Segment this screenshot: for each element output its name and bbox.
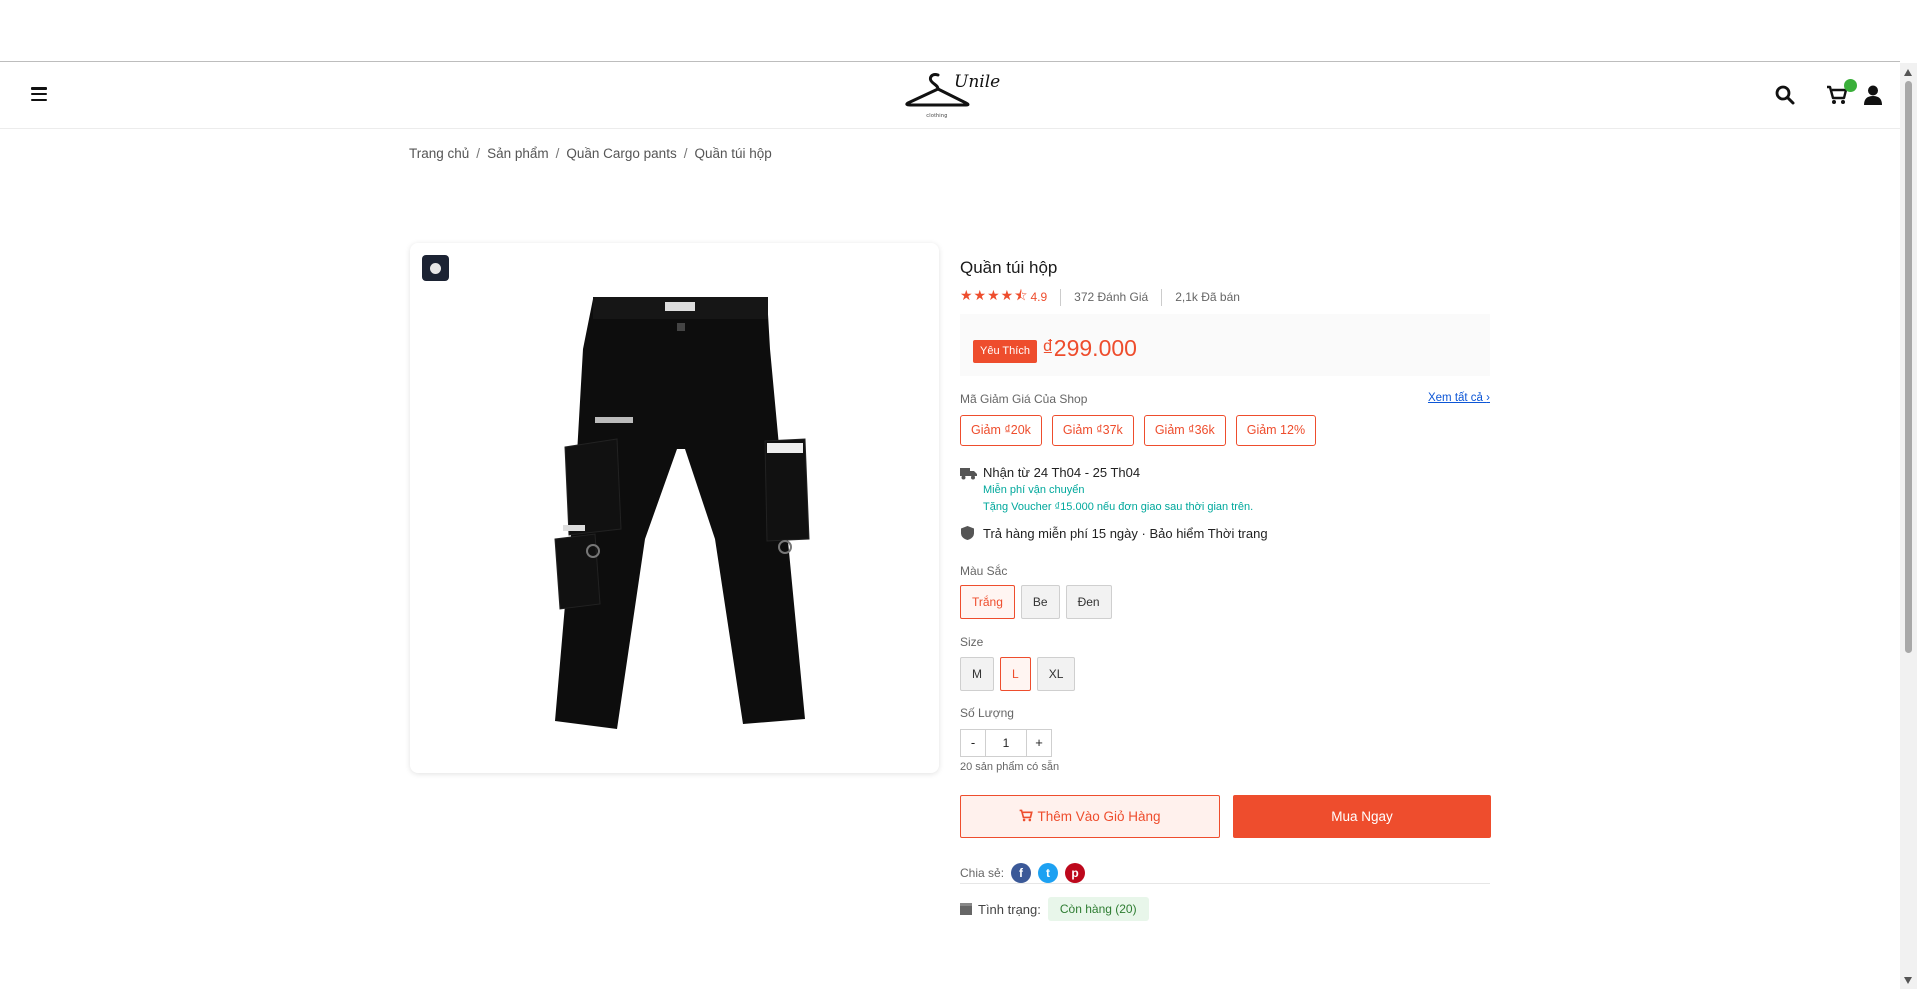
scroll-up-arrow-icon[interactable]: [1904, 69, 1912, 76]
color-option-white[interactable]: Trắng: [960, 585, 1015, 619]
breadcrumb-current: Quần túi hộp: [694, 146, 772, 161]
shield-icon: [961, 526, 974, 540]
scroll-down-arrow-icon[interactable]: [1904, 977, 1912, 984]
user-icon[interactable]: [1862, 84, 1884, 106]
product-image-card[interactable]: [410, 243, 939, 773]
product-image: [554, 297, 810, 729]
add-to-cart-button[interactable]: Thêm Vào Giỏ Hàng: [960, 795, 1220, 838]
product-title: Quần túi hộp: [960, 258, 1058, 277]
voucher-item[interactable]: Giảm ₫37k: [1051, 415, 1134, 446]
hamburger-icon[interactable]: [31, 87, 47, 102]
quantity-label: Số Lượng: [960, 706, 1014, 720]
scrollbar[interactable]: [1900, 63, 1917, 989]
divider: [960, 883, 1490, 884]
size-option-xl[interactable]: XL: [1036, 657, 1076, 691]
cart-icon: [1020, 809, 1034, 822]
quantity-stepper: - 1 +: [960, 729, 1052, 757]
share-row: Chia sẻ: f t p: [960, 863, 1086, 883]
breadcrumb-category[interactable]: Quần Cargo pants: [566, 146, 676, 161]
price-box: Yêu Thích ₫299.000: [960, 314, 1490, 376]
site-header: Unile clothing: [0, 63, 1900, 129]
facebook-icon[interactable]: f: [1011, 863, 1032, 883]
return-policy-text: Trả hàng miễn phí 15 ngày · Bảo hiểm Thờ…: [983, 526, 1268, 541]
status-label: Tình trạng:: [978, 901, 1041, 917]
stock-note: 20 sản phẩm có sẵn: [960, 761, 1060, 773]
cart-badge: [1844, 79, 1857, 92]
pinterest-icon[interactable]: p: [1065, 863, 1086, 883]
box-icon: [960, 903, 972, 915]
scrollbar-thumb[interactable]: [1905, 81, 1912, 653]
logo-wordmark: Unile: [954, 72, 1001, 92]
search-icon[interactable]: [1774, 84, 1796, 106]
logo[interactable]: Unile clothing: [902, 69, 1000, 125]
favorite-tag: Yêu Thích: [973, 340, 1037, 363]
size-option-m[interactable]: M: [960, 657, 994, 691]
price: ₫299.000: [1042, 335, 1137, 361]
size-option-l[interactable]: L: [1000, 657, 1031, 691]
voucher-item[interactable]: Giảm ₫36k: [1143, 415, 1226, 446]
breadcrumb-home[interactable]: Trang chủ: [409, 146, 469, 161]
color-option-beige[interactable]: Be: [1020, 585, 1060, 619]
voucher-item[interactable]: Giảm 12%: [1235, 415, 1317, 446]
quantity-increase-button[interactable]: +: [1027, 730, 1051, 756]
cart-icon[interactable]: [1826, 79, 1857, 106]
size-label: Size: [960, 635, 984, 649]
quantity-decrease-button[interactable]: -: [961, 730, 985, 756]
stock-status: Tình trạng: Còn hàng (20): [960, 897, 1149, 921]
voucher-title: Mã Giảm Giá Của Shop: [960, 392, 1088, 406]
size-options: M L XL: [960, 657, 1076, 691]
breadcrumb: Trang chủ / Sản phẩm / Quần Cargo pants / Quần…: [409, 146, 772, 161]
status-badge: Còn hàng (20): [1047, 897, 1149, 921]
review-count[interactable]: 372 Đánh Giá: [1074, 290, 1148, 304]
breadcrumb-products[interactable]: Sản phẩm: [487, 146, 549, 161]
sold-count: 2,1k Đã bán: [1175, 290, 1240, 304]
voucher-item[interactable]: Giảm ₫20k: [960, 415, 1042, 446]
star-rating-icon: ★★★★⯪: [960, 287, 1029, 303]
browser-top-area: [0, 0, 1900, 62]
truck-icon: [960, 468, 977, 480]
logo-tagline: clothing: [926, 113, 948, 119]
see-all-label: Xem tất cả: [1427, 392, 1483, 404]
add-to-cart-label: Thêm Vào Giỏ Hàng: [1037, 809, 1161, 824]
share-label: Chia sẻ:: [960, 866, 1005, 880]
quantity-input[interactable]: 1: [985, 730, 1027, 756]
free-ship-note: Miễn phí vận chuyển: [983, 484, 1085, 496]
see-all-vouchers-link[interactable]: Xem tất cả ›: [1428, 392, 1490, 404]
return-policy: Trả hàng miễn phí 15 ngày · Bảo hiểm Thờ…: [960, 526, 1268, 541]
voucher-list: Giảm ₫20k Giảm ₫37k Giảm ₫36k Giảm 12%: [960, 415, 1317, 446]
twitter-icon[interactable]: t: [1038, 863, 1059, 883]
rating-value: 4.9: [1030, 290, 1048, 304]
image-badge-icon: [422, 255, 449, 281]
voucher-note: Tặng Voucher ₫15.000 nếu đơn giao sau th…: [983, 501, 1254, 513]
color-options: Trắng Be Đen: [960, 585, 1112, 619]
color-option-black[interactable]: Đen: [1065, 585, 1112, 619]
rating-row: ★★★★⯪ 4.9 372 Đánh Giá 2,1k Đã bán: [960, 285, 1240, 309]
delivery-date: Nhận từ 24 Th04 - 25 Th04: [983, 465, 1141, 480]
buy-now-button[interactable]: Mua Ngay: [1233, 795, 1491, 838]
color-label: Màu Sắc: [960, 564, 1008, 578]
chevron-right-icon: ›: [1486, 392, 1490, 404]
